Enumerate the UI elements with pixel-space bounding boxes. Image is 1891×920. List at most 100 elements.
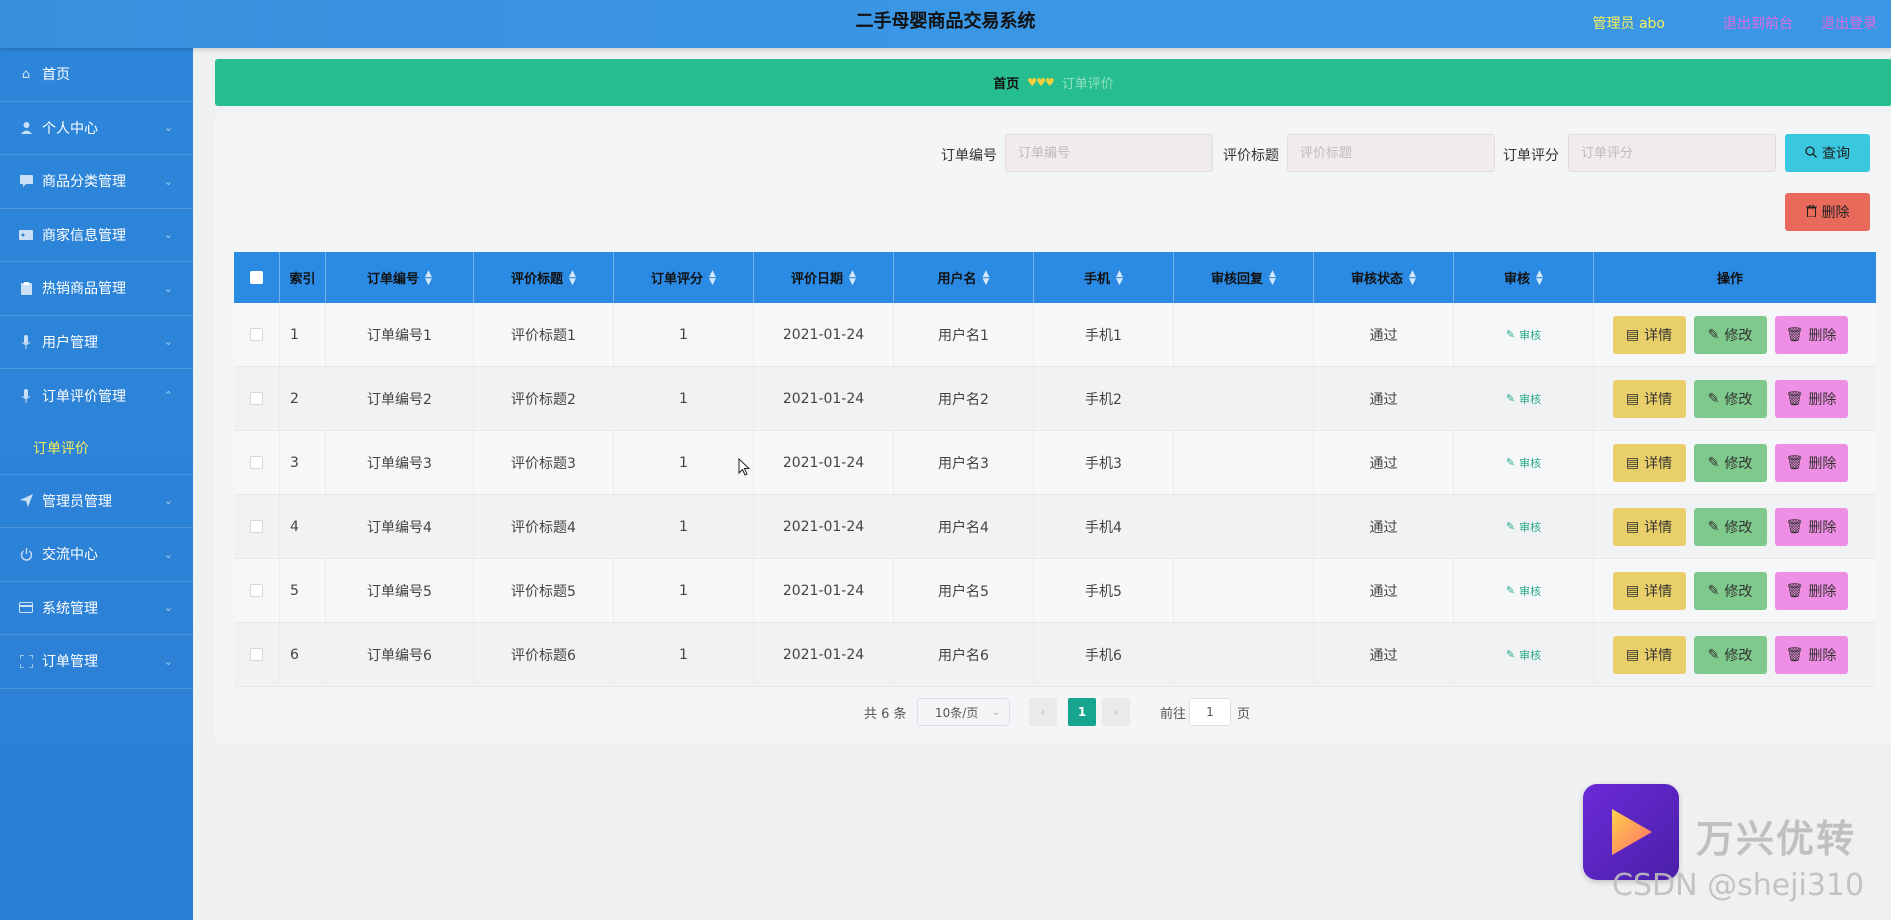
audit-link[interactable]: ✎ 审核 <box>1506 391 1541 407</box>
sidebar-item-system[interactable]: 系统管理 ⌄ <box>0 582 193 635</box>
column-header-status[interactable]: 审核状态 ▲ ▼ <box>1314 252 1454 303</box>
row-actions: ▤ 详情 ✎ 修改 🗑 删除 <box>1612 571 1848 610</box>
column-header-phone[interactable]: 手机 ▲ ▼ <box>1034 252 1174 303</box>
row-delete-button[interactable]: 🗑 删除 <box>1774 507 1848 546</box>
checkbox-cell <box>234 623 280 686</box>
sidebar-item-merchant[interactable]: 商家信息管理 ⌄ <box>0 209 193 262</box>
chevron-down-icon: ⌄ <box>163 494 173 508</box>
column-header-username[interactable]: 用户名 ▲ ▼ <box>894 252 1034 303</box>
logout-link[interactable]: 退出登录 <box>1821 13 1877 33</box>
search-icon <box>1805 145 1817 161</box>
row-checkbox[interactable] <box>250 456 263 469</box>
trash-icon: 🗑 <box>1785 390 1804 406</box>
audit-cell: ✎ 审核 <box>1454 623 1594 686</box>
sidebar-item-hot-products[interactable]: 热销商品管理 ⌄ <box>0 262 193 316</box>
edit-button[interactable]: ✎ 修改 <box>1693 443 1767 482</box>
column-header-rating[interactable]: 订单评分 ▲ ▼ <box>614 252 754 303</box>
audit-link[interactable]: ✎ 审核 <box>1506 455 1541 471</box>
actions-cell: ▤ 详情 ✎ 修改 🗑 删除 <box>1594 367 1866 430</box>
column-header-title[interactable]: 评价标题 ▲ ▼ <box>474 252 614 303</box>
detail-button[interactable]: ▤ 详情 <box>1612 443 1686 482</box>
index-cell: 2 <box>280 367 326 430</box>
order-no-cell: 订单编号4 <box>326 495 474 558</box>
chevron-down-icon: ⌄ <box>163 547 173 561</box>
detail-button[interactable]: ▤ 详情 <box>1612 315 1686 354</box>
phone-cell: 手机5 <box>1034 559 1174 622</box>
card-icon <box>18 600 34 616</box>
detail-button[interactable]: ▤ 详情 <box>1612 379 1686 418</box>
next-page-button[interactable]: › <box>1102 698 1130 726</box>
audit-link[interactable]: ✎ 审核 <box>1506 327 1541 343</box>
document-icon: ▤ <box>1625 582 1640 598</box>
column-header-reply[interactable]: 审核回复 ▲ ▼ <box>1174 252 1314 303</box>
edit-button[interactable]: ✎ 修改 <box>1693 507 1767 546</box>
row-delete-button[interactable]: 🗑 删除 <box>1774 379 1848 418</box>
row-delete-button[interactable]: 🗑 删除 <box>1774 315 1848 354</box>
bulk-delete-button[interactable]: 删除 <box>1785 193 1870 231</box>
chevron-down-icon: ⌄ <box>991 706 1000 718</box>
row-checkbox[interactable] <box>250 328 263 341</box>
sidebar-item-admin[interactable]: 管理员管理 ⌄ <box>0 475 193 528</box>
column-header-audit[interactable]: 审核 ▲ ▼ <box>1454 252 1594 303</box>
row-delete-button[interactable]: 🗑 删除 <box>1774 635 1848 674</box>
chevron-left-icon: ‹ <box>1040 705 1046 719</box>
sidebar-item-users[interactable]: 用户管理 ⌄ <box>0 316 193 369</box>
sidebar-item-personal-center[interactable]: 个人中心 ⌄ <box>0 102 193 155</box>
title-input[interactable] <box>1287 134 1495 172</box>
sidebar-item-label: 热销商品管理 <box>42 281 126 298</box>
trash-icon: 🗑 <box>1785 582 1804 598</box>
detail-button[interactable]: ▤ 详情 <box>1612 635 1686 674</box>
status-cell: 通过 <box>1314 431 1454 494</box>
row-delete-button[interactable]: 🗑 删除 <box>1774 571 1848 610</box>
audit-link[interactable]: ✎ 审核 <box>1506 583 1541 599</box>
sidebar-item-label: 交流中心 <box>42 547 98 564</box>
edit-button[interactable]: ✎ 修改 <box>1693 635 1767 674</box>
audit-cell: ✎ 审核 <box>1454 431 1594 494</box>
order-no-cell: 订单编号6 <box>326 623 474 686</box>
column-header-order-no[interactable]: 订单编号 ▲ ▼ <box>326 252 474 303</box>
order-no-label: 订单编号 <box>941 148 997 164</box>
sidebar-subitem-order-review[interactable]: 订单评价 <box>0 423 193 475</box>
detail-button[interactable]: ▤ 详情 <box>1612 507 1686 546</box>
row-checkbox[interactable] <box>250 584 263 597</box>
rating-input[interactable] <box>1568 134 1776 172</box>
sort-icon: ▲ ▼ <box>569 268 576 287</box>
query-button[interactable]: 查询 <box>1785 134 1870 172</box>
row-delete-button[interactable]: 🗑 删除 <box>1774 443 1848 482</box>
prev-page-button[interactable]: ‹ <box>1029 698 1057 726</box>
sidebar-item-label: 订单评价管理 <box>42 388 126 405</box>
column-header-date[interactable]: 评价日期 ▲ ▼ <box>754 252 894 303</box>
back-to-frontend-link[interactable]: 退出到前台 <box>1723 13 1793 33</box>
row-checkbox[interactable] <box>250 392 263 405</box>
edit-icon: ✎ <box>1707 454 1720 470</box>
chevron-right-icon: › <box>1113 705 1119 719</box>
status-cell: 通过 <box>1314 559 1454 622</box>
index-cell: 3 <box>280 431 326 494</box>
edit-button[interactable]: ✎ 修改 <box>1693 315 1767 354</box>
sidebar-item-home[interactable]: ⌂ 首页 <box>0 48 193 102</box>
edit-button[interactable]: ✎ 修改 <box>1693 571 1767 610</box>
detail-button[interactable]: ▤ 详情 <box>1612 571 1686 610</box>
order-no-input[interactable] <box>1005 134 1213 172</box>
sidebar-item-order-review[interactable]: 订单评价管理 ⌃ <box>0 369 193 423</box>
document-icon: ▤ <box>1625 390 1640 406</box>
sort-icon: ▲ ▼ <box>849 268 856 287</box>
sidebar-item-orders[interactable]: 订单管理 ⌄ <box>0 635 193 689</box>
row-checkbox[interactable] <box>250 520 263 533</box>
audit-cell: ✎ 审核 <box>1454 495 1594 558</box>
chevron-down-icon: ⌄ <box>163 654 173 668</box>
edit-icon: ✎ <box>1505 392 1516 405</box>
audit-link[interactable]: ✎ 审核 <box>1506 519 1541 535</box>
audit-link[interactable]: ✎ 审核 <box>1506 647 1541 663</box>
goto-page-input[interactable]: 1 <box>1189 698 1231 726</box>
table-body: 1 订单编号1 评价标题1 1 2021-01-24 用户名1 手机1 通过 ✎ 审核 ▤ 详情 ✎ 修改… <box>234 303 1876 687</box>
edit-button[interactable]: ✎ 修改 <box>1693 379 1767 418</box>
row-checkbox[interactable] <box>250 648 263 661</box>
edit-icon: ✎ <box>1505 520 1516 533</box>
select-all-checkbox[interactable] <box>250 271 263 284</box>
page-1-button[interactable]: 1 <box>1068 698 1096 726</box>
sidebar-item-community[interactable]: 交流中心 ⌄ <box>0 528 193 582</box>
breadcrumb-home[interactable]: 首页 <box>993 73 1019 92</box>
sidebar-item-category[interactable]: 商品分类管理 ⌄ <box>0 155 193 209</box>
page-size-select[interactable]: 10条/页 ⌄ <box>917 698 1010 726</box>
